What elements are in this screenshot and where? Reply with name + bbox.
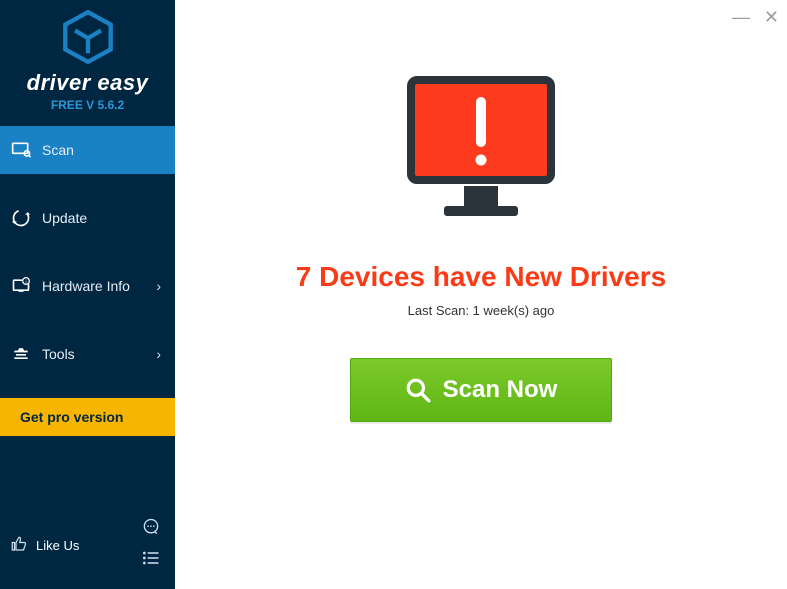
get-pro-button[interactable]: Get pro version xyxy=(0,398,175,436)
feedback-icon[interactable] xyxy=(141,517,161,542)
chevron-right-icon: › xyxy=(156,278,161,294)
sidebar-item-hardware-info[interactable]: i Hardware Info › xyxy=(0,262,175,310)
logo-icon xyxy=(61,10,115,64)
sidebar-item-update[interactable]: Update xyxy=(0,194,175,242)
sidebar-item-scan[interactable]: Scan xyxy=(0,126,175,174)
magnifier-icon xyxy=(405,377,431,403)
like-us-button[interactable]: Like Us xyxy=(10,535,79,556)
sidebar-item-label: Tools xyxy=(42,346,75,362)
get-pro-label: Get pro version xyxy=(20,409,123,425)
brand-version: FREE V 5.6.2 xyxy=(0,98,175,112)
sidebar-item-label: Update xyxy=(42,210,87,226)
update-icon xyxy=(10,208,32,228)
last-scan-text: Last Scan: 1 week(s) ago xyxy=(408,303,555,318)
main-pane: 7 Devices have New Drivers Last Scan: 1 … xyxy=(175,0,787,589)
sidebar-footer: Like Us xyxy=(0,517,175,589)
scan-now-label: Scan Now xyxy=(443,376,558,404)
tools-icon xyxy=(10,344,32,364)
footer-icons xyxy=(141,517,161,573)
brand-name: driver easy xyxy=(0,70,175,96)
close-icon[interactable]: ✕ xyxy=(764,8,779,26)
like-us-label: Like Us xyxy=(36,538,79,553)
alert-monitor-graphic xyxy=(396,70,566,235)
scan-headline: 7 Devices have New Drivers xyxy=(296,261,666,293)
sidebar: driver easy FREE V 5.6.2 Scan Update i xyxy=(0,0,175,589)
hardware-info-icon: i xyxy=(10,276,32,296)
scan-now-button[interactable]: Scan Now xyxy=(350,358,612,422)
chevron-right-icon: › xyxy=(156,346,161,362)
scan-icon xyxy=(10,140,32,160)
minimize-icon[interactable]: — xyxy=(732,8,750,26)
sidebar-nav: Scan Update i Hardware Info › Tools xyxy=(0,126,175,378)
brand-block: driver easy FREE V 5.6.2 xyxy=(0,0,175,126)
app-window: — ✕ driver easy FREE V 5.6.2 Scan xyxy=(0,0,787,589)
menu-icon[interactable] xyxy=(141,548,161,573)
svg-text:i: i xyxy=(25,280,26,286)
sidebar-item-tools[interactable]: Tools › xyxy=(0,330,175,378)
sidebar-item-label: Hardware Info xyxy=(42,278,130,294)
thumbs-up-icon xyxy=(10,535,28,556)
sidebar-item-label: Scan xyxy=(42,142,74,158)
window-controls: — ✕ xyxy=(732,8,779,26)
